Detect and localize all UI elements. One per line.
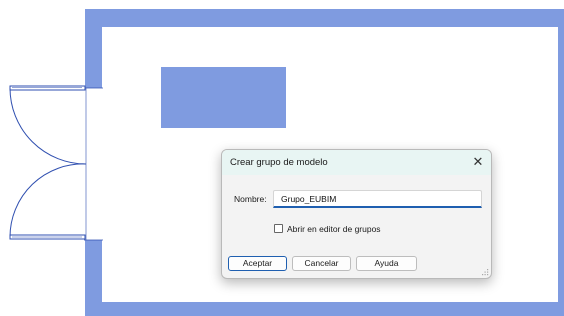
name-label: Nombre: (234, 194, 267, 204)
resize-grip-icon[interactable] (481, 268, 489, 276)
create-model-group-dialog: Crear grupo de modelo ✕ Nombre: Abrir en… (221, 149, 492, 279)
accept-button[interactable]: Aceptar (228, 256, 287, 271)
open-in-group-editor-label[interactable]: Abrir en editor de grupos (287, 224, 381, 234)
dialog-title-bar[interactable]: Crear grupo de modelo ✕ (222, 150, 491, 175)
cancel-button[interactable]: Cancelar (292, 256, 351, 271)
door-swing-arc-bottom (9, 163, 87, 238)
selected-model-element[interactable] (161, 67, 286, 128)
help-button[interactable]: Ayuda (356, 256, 417, 271)
door-swing-arc-top (9, 87, 87, 165)
dialog-title: Crear grupo de modelo (230, 157, 328, 168)
close-icon[interactable]: ✕ (469, 153, 487, 171)
open-in-group-editor-checkbox[interactable] (274, 224, 283, 233)
door-leaf-top (9, 85, 86, 91)
double-door[interactable] (9, 85, 87, 240)
door-opening (84, 88, 103, 240)
group-name-input[interactable] (273, 190, 482, 208)
